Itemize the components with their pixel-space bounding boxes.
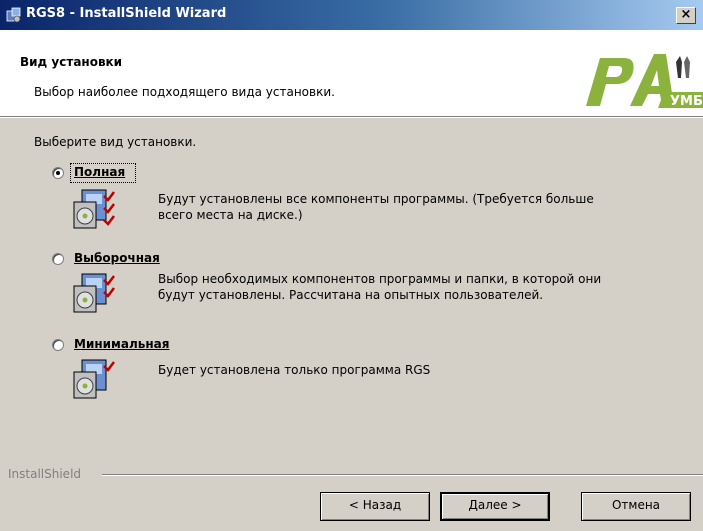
close-icon: × [680, 7, 692, 22]
option-minimal-description: Будет установлена только программа RGS [158, 363, 431, 377]
option-custom-label[interactable]: Выборочная [74, 251, 160, 265]
radio-custom[interactable] [52, 253, 64, 265]
back-button-label: < Назад [348, 498, 402, 512]
header-title: Вид установки [20, 55, 123, 69]
full-install-icon [73, 189, 115, 229]
wizard-header: Вид установки Выбор наиболее подходящего… [0, 30, 703, 117]
custom-install-icon [73, 273, 115, 313]
header-divider [0, 117, 703, 118]
installer-window: RGS8 - InstallShield Wizard × Вид устано… [0, 0, 703, 531]
rumb-logo-icon: УМБ [586, 54, 703, 109]
option-custom-description: Выбор необходимых компонентов программы … [158, 272, 602, 302]
minimal-install-icon [73, 359, 115, 399]
radio-full[interactable] [52, 167, 64, 179]
installshield-brand: InstallShield [8, 467, 82, 481]
installer-app-icon [6, 7, 21, 23]
title-bar[interactable]: RGS8 - InstallShield Wizard × [0, 0, 703, 30]
option-full-description: Будут установлены все компоненты програм… [158, 192, 594, 222]
cancel-button-label: Отмена [611, 498, 661, 512]
cancel-button[interactable]: Отмена [581, 492, 691, 521]
radio-minimal[interactable] [52, 339, 64, 351]
footer-divider-highlight [102, 475, 703, 476]
option-minimal-label[interactable]: Минимальная [74, 337, 169, 351]
setup-type-prompt: Выберите вид установки. [34, 135, 197, 149]
svg-text:УМБ: УМБ [670, 94, 703, 109]
back-button[interactable]: < Назад [320, 492, 430, 521]
next-button-label: Далее > [468, 498, 522, 512]
window-title: RGS8 - InstallShield Wizard [26, 6, 227, 21]
option-full-label[interactable]: Полная [74, 165, 125, 179]
next-button[interactable]: Далее > [440, 492, 550, 521]
close-button[interactable]: × [676, 7, 696, 24]
header-subtitle: Выбор наиболее подходящего вида установк… [34, 85, 335, 99]
